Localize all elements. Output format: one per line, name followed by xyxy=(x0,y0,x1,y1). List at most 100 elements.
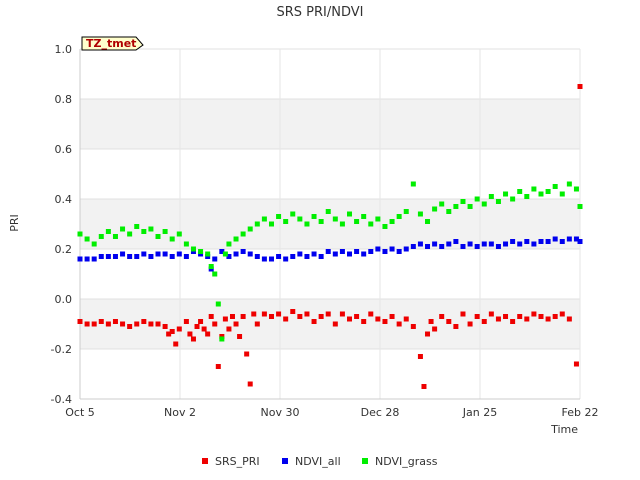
point-srs-pri xyxy=(375,316,381,322)
point-ndvi-all xyxy=(467,241,473,247)
point-ndvi-all xyxy=(127,254,133,259)
point-srs-pri xyxy=(368,311,374,317)
point-srs-pri xyxy=(183,319,189,324)
point-srs-pri xyxy=(559,311,565,317)
point-ndvi-grass xyxy=(311,214,317,219)
point-ndvi-all xyxy=(276,254,282,259)
point-srs-pri xyxy=(127,324,133,329)
point-ndvi-grass xyxy=(439,201,445,207)
point-srs-pri xyxy=(226,326,232,332)
point-srs-pri xyxy=(577,84,583,89)
point-srs-pri xyxy=(229,314,235,319)
point-ndvi-grass xyxy=(432,206,438,212)
point-ndvi-all xyxy=(339,249,345,254)
point-ndvi-all xyxy=(389,246,395,252)
point-ndvi-grass xyxy=(481,201,487,207)
y-axis-ticks: -0.4 -0.2 0.0 0.2 0.4 0.6 0.8 1.0 xyxy=(51,43,72,406)
point-ndvi-all xyxy=(155,251,161,257)
point-srs-pri xyxy=(510,319,516,324)
x-tick-label: Feb 22 xyxy=(562,406,599,419)
point-ndvi-grass xyxy=(566,181,572,187)
point-ndvi-grass xyxy=(297,216,303,222)
point-ndvi-all xyxy=(425,244,431,249)
legend-swatch xyxy=(202,458,208,464)
point-ndvi-grass xyxy=(148,226,154,232)
point-ndvi-all xyxy=(545,239,551,244)
point-srs-pri xyxy=(91,321,97,327)
point-ndvi-all xyxy=(347,251,353,257)
point-ndvi-all xyxy=(318,254,324,259)
point-srs-pri xyxy=(538,314,544,319)
point-srs-pri xyxy=(495,316,501,322)
y-axis-label: PRI xyxy=(8,214,21,232)
point-srs-pri xyxy=(446,319,452,324)
point-ndvi-grass xyxy=(134,224,140,229)
pri-ndvi-chart: SRS PRI/NDVI -0.4-0.20.00.20.40.60.81.0 … xyxy=(8,5,599,468)
legend-label: SRS_PRI xyxy=(215,455,260,468)
point-ndvi-all xyxy=(481,241,487,247)
y-tick-label: 0.8 xyxy=(55,93,73,106)
point-ndvi-all xyxy=(77,256,83,262)
point-srs-pri xyxy=(432,326,438,332)
point-srs-pri xyxy=(247,381,253,387)
legend: SRS_PRI NDVI_all NDVI_grass xyxy=(202,455,438,468)
point-srs-pri xyxy=(517,314,523,319)
point-srs-pri xyxy=(573,361,579,367)
point-ndvi-grass xyxy=(318,219,324,224)
y-tick-label: 0.4 xyxy=(55,193,73,206)
point-ndvi-all xyxy=(396,249,402,254)
point-ndvi-all xyxy=(134,254,140,259)
y-tick-label: 0.6 xyxy=(55,143,73,156)
point-srs-pri xyxy=(233,321,239,327)
point-ndvi-grass xyxy=(538,191,544,197)
point-ndvi-grass xyxy=(467,204,473,209)
point-ndvi-all xyxy=(524,239,530,244)
legend-swatch xyxy=(362,458,368,464)
point-ndvi-grass xyxy=(410,181,416,187)
point-ndvi-grass xyxy=(524,194,530,199)
point-srs-pri xyxy=(396,321,402,327)
point-ndvi-grass xyxy=(98,234,104,239)
point-ndvi-all xyxy=(120,251,126,257)
point-ndvi-grass xyxy=(368,221,374,227)
point-ndvi-all xyxy=(531,241,537,247)
point-ndvi-grass xyxy=(403,209,409,214)
point-srs-pri xyxy=(566,316,572,322)
point-srs-pri xyxy=(361,319,367,324)
point-ndvi-all xyxy=(183,254,189,259)
point-ndvi-grass xyxy=(222,251,228,257)
point-ndvi-all xyxy=(382,249,388,254)
point-ndvi-grass xyxy=(325,209,331,214)
point-ndvi-grass xyxy=(517,189,523,194)
point-ndvi-grass xyxy=(531,186,537,192)
point-ndvi-all xyxy=(538,239,544,244)
point-srs-pri xyxy=(194,324,200,329)
point-srs-pri xyxy=(318,314,324,319)
point-srs-pri xyxy=(261,311,267,317)
point-srs-pri xyxy=(162,324,168,329)
point-srs-pri xyxy=(222,316,228,322)
point-ndvi-grass xyxy=(425,219,431,224)
plot-area xyxy=(80,49,580,399)
point-srs-pri xyxy=(488,311,494,317)
point-ndvi-all xyxy=(283,256,289,262)
legend-swatch xyxy=(282,458,288,464)
point-srs-pri xyxy=(84,321,90,327)
point-srs-pri xyxy=(552,314,558,319)
point-ndvi-all xyxy=(566,236,572,242)
point-ndvi-all xyxy=(325,249,331,254)
point-srs-pri xyxy=(417,354,423,359)
point-ndvi-grass xyxy=(141,229,147,234)
point-srs-pri xyxy=(112,319,118,324)
point-srs-pri xyxy=(325,311,331,317)
point-srs-pri xyxy=(276,311,282,317)
point-ndvi-all xyxy=(354,249,360,254)
point-ndvi-all xyxy=(112,254,118,259)
point-srs-pri xyxy=(332,321,338,327)
point-ndvi-grass xyxy=(375,216,381,222)
point-ndvi-all xyxy=(361,251,367,257)
y-tick-label: -0.2 xyxy=(51,343,72,356)
point-ndvi-grass xyxy=(347,211,353,217)
point-srs-pri xyxy=(297,314,303,319)
point-ndvi-all xyxy=(332,251,338,257)
